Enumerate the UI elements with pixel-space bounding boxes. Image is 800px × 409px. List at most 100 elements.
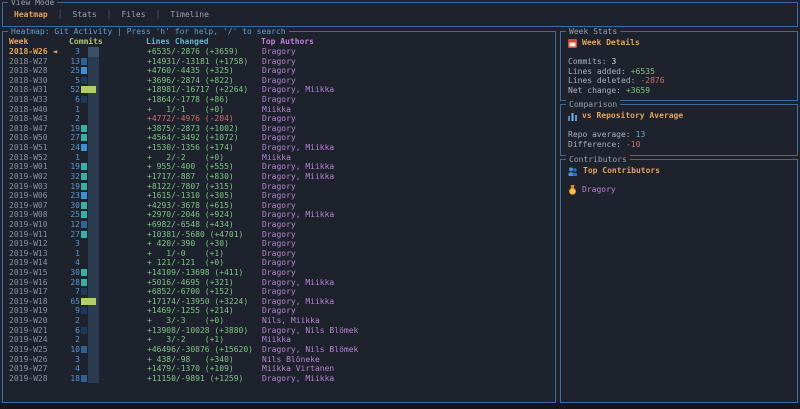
commits-cell: 24 bbox=[69, 143, 80, 153]
authors-cell: Dragory, Miikka bbox=[262, 85, 555, 95]
table-row[interactable]: 2019-W1628+5016/-4695 (+321)Dragory, Mii… bbox=[9, 278, 555, 288]
top-contributors-heading-label: Top Contributors bbox=[583, 166, 660, 176]
authors-cell: Miikka bbox=[262, 335, 555, 345]
table-row[interactable]: 2019-W0825+2970/-2046 (+924)Dragory, Mii… bbox=[9, 210, 555, 220]
heat-cell bbox=[80, 335, 102, 345]
contributor-item[interactable]: Dragory bbox=[568, 185, 790, 195]
heat-track bbox=[88, 374, 99, 384]
lines-cell: + 3/-3 (+0) bbox=[147, 316, 262, 326]
table-row[interactable]: 2018-W336+1864/-1778 (+86)Dragory bbox=[9, 95, 555, 105]
table-row[interactable]: 2018-W5027+4564/-3492 (+1072)Dragory bbox=[9, 133, 555, 143]
heat-block bbox=[81, 67, 87, 74]
heat-cell bbox=[80, 268, 102, 278]
week-cell: 2018-W26 ◄ bbox=[9, 47, 69, 57]
table-row[interactable]: 2018-W2713+14931/-13181 (+1758)Dragory bbox=[9, 57, 555, 67]
table-row[interactable]: 2018-W3152+18981/-16717 (+2264)Dragory, … bbox=[9, 85, 555, 95]
lines-cell: +6982/-6548 (+434) bbox=[147, 220, 262, 230]
heat-block bbox=[81, 144, 87, 151]
heat-cell bbox=[80, 230, 102, 240]
week-cell: 2018-W40 bbox=[9, 105, 69, 115]
commits-cell: 30 bbox=[69, 268, 80, 278]
commits-cell: 13 bbox=[69, 57, 80, 67]
heatmap-table: Week Commits Lines Changed Top Authors 2… bbox=[3, 32, 555, 383]
table-row[interactable]: 2019-W199+1469/-1255 (+214)Dragory bbox=[9, 306, 555, 316]
table-row[interactable]: 2019-W263+ 438/-98 (+340)Nils Blöneke bbox=[9, 355, 555, 365]
table-row[interactable]: 2018-W305+3696/-2874 (+822)Dragory bbox=[9, 76, 555, 86]
table-row[interactable]: 2018-W521+ 2/-2 (+0)Miikka bbox=[9, 153, 555, 163]
table-row[interactable]: 2019-W2818+11150/-9891 (+1259)Dragory, M… bbox=[9, 374, 555, 384]
table-row[interactable]: 2019-W242+ 3/-2 (+1)Miikka bbox=[9, 335, 555, 345]
heat-block bbox=[81, 375, 87, 382]
table-row[interactable]: 2019-W274+1479/-1370 (+109)Miikka Virtan… bbox=[9, 364, 555, 374]
heat-track bbox=[88, 316, 99, 326]
comparison-panel-title: Comparison bbox=[566, 100, 620, 109]
table-row[interactable]: 2019-W0119+ 955/-400 (+555)Dragory, Miik… bbox=[9, 162, 555, 172]
tab-heatmap[interactable]: Heatmap bbox=[12, 10, 50, 19]
table-row[interactable]: 2019-W1127+10381/-5680 (+4701)Dragory bbox=[9, 230, 555, 240]
week-cell: 2018-W28 bbox=[9, 66, 69, 76]
tab-timeline[interactable]: Timeline bbox=[168, 10, 211, 19]
table-row[interactable]: 2019-W123+ 420/-390 (+30)Dragory bbox=[9, 239, 555, 249]
heat-cell bbox=[80, 201, 102, 211]
table-row[interactable]: 2019-W0623+1615/-1310 (+305)Dragory bbox=[9, 191, 555, 201]
heat-cell bbox=[80, 287, 102, 297]
table-row[interactable]: 2018-W401+ 1/-1 (+0)Miikka bbox=[9, 105, 555, 115]
view-mode-panel: View Mode Heatmap│Stats│Files│Timeline bbox=[2, 2, 798, 27]
commits-cell: 3 bbox=[69, 47, 80, 57]
week-cell: 2019-W01 bbox=[9, 162, 69, 172]
table-row[interactable]: 2018-W4719+3875/-2873 (+1002)Dragory bbox=[9, 124, 555, 134]
table-row[interactable]: 2019-W202+ 3/-3 (+0)Nils, Miikka bbox=[9, 316, 555, 326]
commits-cell: 1 bbox=[69, 105, 80, 115]
table-row[interactable]: 2018-W2825+4760/-4435 (+325)Dragory bbox=[9, 66, 555, 76]
table-row[interactable]: 2019-W0730+4293/-3678 (+615)Dragory bbox=[9, 201, 555, 211]
stat-repo-average: Repo average:13 bbox=[568, 130, 790, 140]
week-cell: 2018-W51 bbox=[9, 143, 69, 153]
table-row[interactable]: 2019-W177+6852/-6700 (+152)Dragory bbox=[9, 287, 555, 297]
table-row[interactable]: 2019-W2510+46496/-30876 (+15620)Dragory,… bbox=[9, 345, 555, 355]
week-stats-panel: Week Stats Week Details Commits:3 Lines … bbox=[560, 31, 798, 101]
week-cell: 2019-W02 bbox=[9, 172, 69, 182]
table-row[interactable]: 2018-W26 ◄3+6535/-2876 (+3659)Dragory bbox=[9, 47, 555, 57]
table-row[interactable]: 2018-W5124+1530/-1356 (+174)Dragory, Mii… bbox=[9, 143, 555, 153]
heat-cell bbox=[80, 345, 102, 355]
table-row[interactable]: 2018-W432+4772/-4976 (-204)Dragory bbox=[9, 114, 555, 124]
table-row[interactable]: 2019-W0232+1717/-887 (+830)Dragory, Miik… bbox=[9, 172, 555, 182]
week-cell: 2019-W11 bbox=[9, 230, 69, 240]
authors-cell: Dragory, Miikka bbox=[262, 162, 555, 172]
heat-block bbox=[81, 202, 87, 209]
lines-cell: +13908/-10028 (+3880) bbox=[147, 326, 262, 336]
table-row[interactable]: 2019-W1012+6982/-6548 (+434)Dragory bbox=[9, 220, 555, 230]
heat-track bbox=[88, 76, 99, 86]
lines-cell: +4564/-3492 (+1072) bbox=[147, 133, 262, 143]
commits-cell: 12 bbox=[69, 220, 80, 230]
week-stats-panel-title: Week Stats bbox=[566, 27, 620, 36]
table-row[interactable]: 2019-W131+ 1/-0 (+1)Dragory bbox=[9, 249, 555, 259]
heat-cell bbox=[80, 258, 102, 268]
authors-cell: Dragory, Miikka bbox=[262, 172, 555, 182]
tab-stats[interactable]: Stats bbox=[71, 10, 99, 19]
comparison-heading: vs Repository Average bbox=[568, 111, 790, 121]
week-cell: 2019-W20 bbox=[9, 316, 69, 326]
table-row[interactable]: 2019-W0319+8122/-7807 (+315)Dragory bbox=[9, 182, 555, 192]
stat-lines-added: Lines added:+6535 bbox=[568, 67, 790, 77]
heatmap-panel-title: Heatmap: Git Activity | Press 'h' for he… bbox=[8, 27, 289, 36]
table-row[interactable]: 2019-W144+ 121/-121 (+0)Dragory bbox=[9, 258, 555, 268]
authors-cell: Dragory, Miikka bbox=[262, 297, 555, 307]
heat-track bbox=[88, 306, 99, 316]
heat-track bbox=[88, 278, 99, 288]
tab-files[interactable]: Files bbox=[119, 10, 147, 19]
authors-cell: Dragory bbox=[262, 287, 555, 297]
lines-cell: +4772/-4976 (-204) bbox=[147, 114, 262, 124]
heat-cell bbox=[80, 249, 102, 259]
heat-track bbox=[88, 230, 99, 240]
table-row[interactable]: 2019-W216+13908/-10028 (+3880)Dragory, N… bbox=[9, 326, 555, 336]
table-row[interactable]: 2019-W1865+17174/-13950 (+3224)Dragory, … bbox=[9, 297, 555, 307]
heat-block bbox=[81, 192, 87, 199]
commits-cell: 4 bbox=[69, 364, 80, 374]
heat-cell bbox=[80, 191, 102, 201]
authors-cell: Dragory bbox=[262, 239, 555, 249]
commits-cell: 19 bbox=[69, 182, 80, 192]
commits-cell: 7 bbox=[69, 287, 80, 297]
tab-bar: Heatmap│Stats│Files│Timeline bbox=[3, 3, 797, 26]
table-row[interactable]: 2019-W1530+14109/-13698 (+411)Dragory bbox=[9, 268, 555, 278]
